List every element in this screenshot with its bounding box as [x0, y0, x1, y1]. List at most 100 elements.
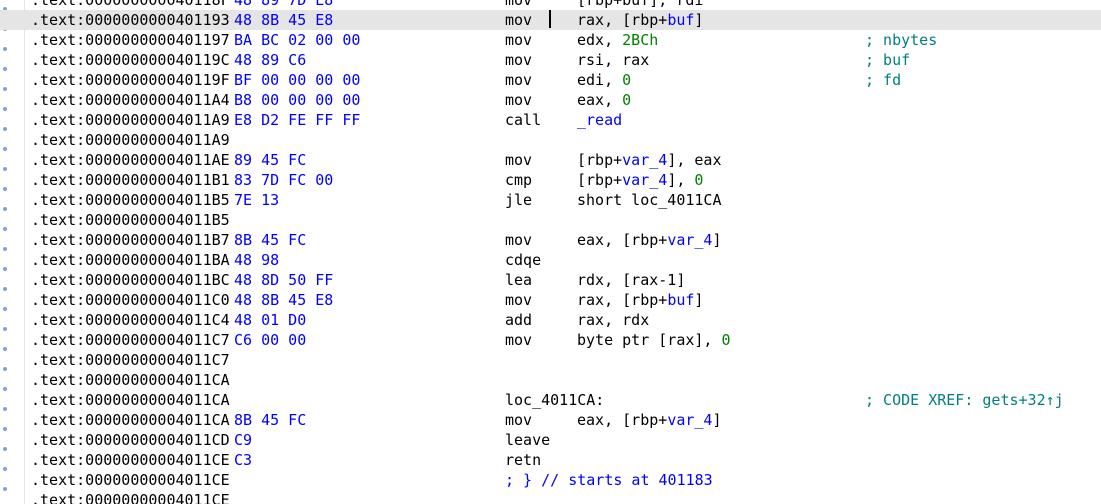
- listing-row[interactable]: .text:00000000004011B7 8B 45 FC mov eax, [r…: [0, 230, 1101, 250]
- listing-row[interactable]: .text:00000000004011B1 83 7D FC 00 cmp [rbp…: [0, 170, 1101, 190]
- mnemonic[interactable]: mov: [505, 90, 532, 110]
- listing-row[interactable]: .text:00000000004011CA 8B 45 FC mov eax, [r…: [0, 410, 1101, 430]
- code-label[interactable]: loc_4011CA:: [505, 390, 604, 410]
- address[interactable]: .text:00000000004011CE: [31, 450, 230, 470]
- operands[interactable]: rdx, [rax-1]: [577, 270, 685, 290]
- address[interactable]: .text:00000000004011AE: [31, 150, 230, 170]
- listing-row[interactable]: .text:00000000004011CE: [0, 490, 1101, 504]
- address[interactable]: .text:00000000004011BA: [31, 250, 230, 270]
- mnemonic[interactable]: leave: [505, 430, 550, 450]
- address[interactable]: .text:00000000004011B5: [31, 210, 230, 230]
- listing-row[interactable]: .text:000000000040118F 48 89 7D E8 mov [rbp…: [0, 0, 1101, 10]
- listing-row[interactable]: .text:00000000004011C7 C6 00 00 mov byte pt…: [0, 330, 1101, 350]
- mnemonic[interactable]: jle: [505, 190, 532, 210]
- mnemonic[interactable]: mov: [505, 410, 532, 430]
- listing-row[interactable]: .text:00000000004011CA: [0, 370, 1101, 390]
- mnemonic[interactable]: mov: [505, 30, 532, 50]
- operands[interactable]: rax, rdx: [577, 310, 649, 330]
- listing-row[interactable]: .text:00000000004011BA 48 98 cdqe: [0, 250, 1101, 270]
- address[interactable]: .text:00000000004011CE: [31, 490, 230, 504]
- address[interactable]: .text:00000000004011CA: [31, 390, 230, 410]
- operands[interactable]: edx, 2BCh: [577, 30, 658, 50]
- listing-row[interactable]: .text:0000000000401197 BA BC 02 00 00 mov e…: [0, 30, 1101, 50]
- address[interactable]: .text:00000000004011A9: [31, 130, 230, 150]
- address[interactable]: .text:00000000004011CA: [31, 370, 230, 390]
- listing-row[interactable]: .text:00000000004011C7: [0, 350, 1101, 370]
- listing-row[interactable]: .text:00000000004011A9: [0, 130, 1101, 150]
- listing-row[interactable]: .text:00000000004011CD C9 leave: [0, 430, 1101, 450]
- address[interactable]: .text:00000000004011B1: [31, 170, 230, 190]
- symbol-reference[interactable]: var_4: [667, 231, 712, 249]
- mnemonic[interactable]: lea: [505, 270, 532, 290]
- mnemonic[interactable]: mov: [505, 330, 532, 350]
- mnemonic[interactable]: cdqe: [505, 250, 541, 270]
- listing-row[interactable]: .text:000000000040119F BF 00 00 00 00 mov e…: [0, 70, 1101, 90]
- listing-row[interactable]: .text:000000000040119C 48 89 C6 mov rsi, ra…: [0, 50, 1101, 70]
- mnemonic[interactable]: mov: [505, 290, 532, 310]
- symbol-reference[interactable]: buf: [667, 291, 694, 309]
- address[interactable]: .text:000000000040118F: [31, 0, 230, 10]
- operand-text: [rbp+: [577, 171, 623, 189]
- operands[interactable]: eax, [rbp+var_4]: [577, 230, 722, 250]
- mnemonic[interactable]: mov: [505, 150, 532, 170]
- address[interactable]: .text:00000000004011B5: [31, 190, 230, 210]
- operands[interactable]: rax, [rbp+buf]: [577, 290, 703, 310]
- listing-row[interactable]: .text:00000000004011A4 B8 00 00 00 00 mov e…: [0, 90, 1101, 110]
- address[interactable]: .text:00000000004011C7: [31, 350, 230, 370]
- mnemonic[interactable]: mov: [505, 0, 532, 10]
- address[interactable]: .text:0000000000401197: [31, 30, 230, 50]
- address[interactable]: .text:00000000004011A4: [31, 90, 230, 110]
- operands[interactable]: [rbp+buf], rdi: [577, 0, 703, 10]
- listing-row[interactable]: .text:00000000004011CA loc_4011CA: ; CODE …: [0, 390, 1101, 410]
- operand-text: eax,: [577, 91, 623, 109]
- listing-row[interactable]: .text:00000000004011A9 E8 D2 FE FF FF call…: [0, 110, 1101, 130]
- symbol-reference[interactable]: var_4: [622, 171, 667, 189]
- operands[interactable]: [rbp+var_4], eax: [577, 150, 722, 170]
- mnemonic[interactable]: mov: [505, 50, 532, 70]
- operands[interactable]: rax, [rbp+buf]: [577, 10, 703, 30]
- listing-row[interactable]: .text:00000000004011C4 48 01 D0 add rax, rd…: [0, 310, 1101, 330]
- address[interactable]: .text:00000000004011CA: [31, 410, 230, 430]
- listing-row[interactable]: .text:00000000004011C0 48 8B 45 E8 mov rax,…: [0, 290, 1101, 310]
- symbol-reference[interactable]: buf: [667, 11, 694, 29]
- operands[interactable]: [rbp+var_4], 0: [577, 170, 703, 190]
- operands[interactable]: short loc_4011CA: [577, 190, 722, 210]
- address[interactable]: .text:0000000000401193: [31, 10, 230, 30]
- operands[interactable]: eax, [rbp+var_4]: [577, 410, 722, 430]
- address[interactable]: .text:00000000004011B7: [31, 230, 230, 250]
- operands[interactable]: byte ptr [rax], 0: [577, 330, 731, 350]
- mnemonic[interactable]: retn: [505, 450, 541, 470]
- listing-row[interactable]: .text:00000000004011BC 48 8D 50 FF lea rdx,…: [0, 270, 1101, 290]
- mnemonic[interactable]: add: [505, 310, 532, 330]
- address[interactable]: .text:00000000004011BC: [31, 270, 230, 290]
- listing-row[interactable]: .text:0000000000401193 48 8B 45 E8 mov rax,…: [0, 10, 1101, 30]
- mnemonic[interactable]: mov: [505, 70, 532, 90]
- listing-row[interactable]: .text:00000000004011CE C3 retn: [0, 450, 1101, 470]
- address[interactable]: .text:00000000004011A9: [31, 110, 230, 130]
- mnemonic[interactable]: call: [505, 110, 541, 130]
- listing-row[interactable]: .text:00000000004011B5 7E 13 jle short loc_…: [0, 190, 1101, 210]
- symbol-reference[interactable]: var_4: [667, 411, 712, 429]
- operand-text: eax, [rbp+: [577, 231, 668, 249]
- address[interactable]: .text:00000000004011C7: [31, 330, 230, 350]
- listing-row[interactable]: .text:00000000004011B5: [0, 210, 1101, 230]
- disassembly-listing[interactable]: .text:000000000040118F 48 89 7D E8 mov [rbp…: [0, 0, 1101, 504]
- operands[interactable]: rsi, rax: [577, 50, 649, 70]
- address[interactable]: .text:000000000040119F: [31, 70, 230, 90]
- symbol-reference[interactable]: _read: [577, 111, 622, 129]
- mnemonic[interactable]: mov: [505, 230, 532, 250]
- listing-row[interactable]: .text:00000000004011CE ; } // starts at 4…: [0, 470, 1101, 490]
- address[interactable]: .text:000000000040119C: [31, 50, 230, 70]
- symbol-reference[interactable]: var_4: [622, 151, 667, 169]
- operands[interactable]: edi, 0: [577, 70, 631, 90]
- address[interactable]: .text:00000000004011C0: [31, 290, 230, 310]
- mnemonic[interactable]: mov: [505, 10, 532, 30]
- operand-text: rdx, [rax-1]: [577, 271, 686, 289]
- address[interactable]: .text:00000000004011C4: [31, 310, 230, 330]
- listing-row[interactable]: .text:00000000004011AE 89 45 FC mov [rbp+va…: [0, 150, 1101, 170]
- operands[interactable]: eax, 0: [577, 90, 631, 110]
- address[interactable]: .text:00000000004011CE: [31, 470, 230, 490]
- address[interactable]: .text:00000000004011CD: [31, 430, 230, 450]
- mnemonic[interactable]: cmp: [505, 170, 532, 190]
- operands[interactable]: _read: [577, 110, 622, 130]
